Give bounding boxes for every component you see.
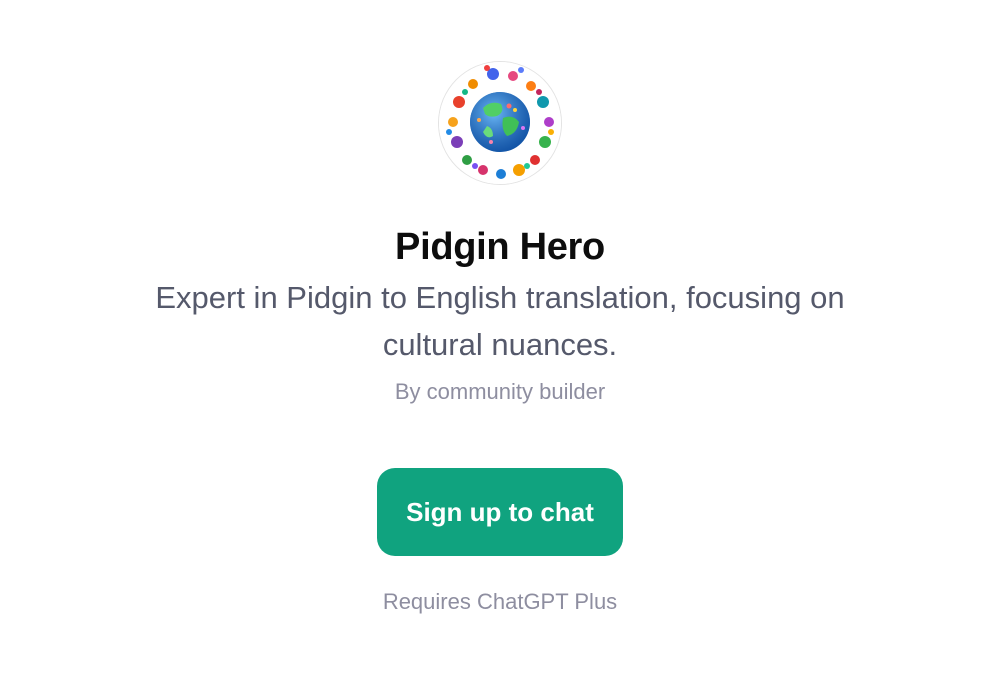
gpt-landing: Pidgin Hero Expert in Pidgin to English … (0, 0, 1000, 678)
gpt-name: Pidgin Hero (395, 226, 605, 268)
sign-up-button[interactable]: Sign up to chat (377, 468, 623, 556)
globe-splash-icon (439, 62, 561, 184)
gpt-description: Expert in Pidgin to English translation,… (155, 280, 845, 362)
plan-requirement-note: Requires ChatGPT Plus (382, 589, 618, 614)
gpt-avatar (439, 62, 561, 184)
gpt-author: By community builder (394, 379, 606, 404)
